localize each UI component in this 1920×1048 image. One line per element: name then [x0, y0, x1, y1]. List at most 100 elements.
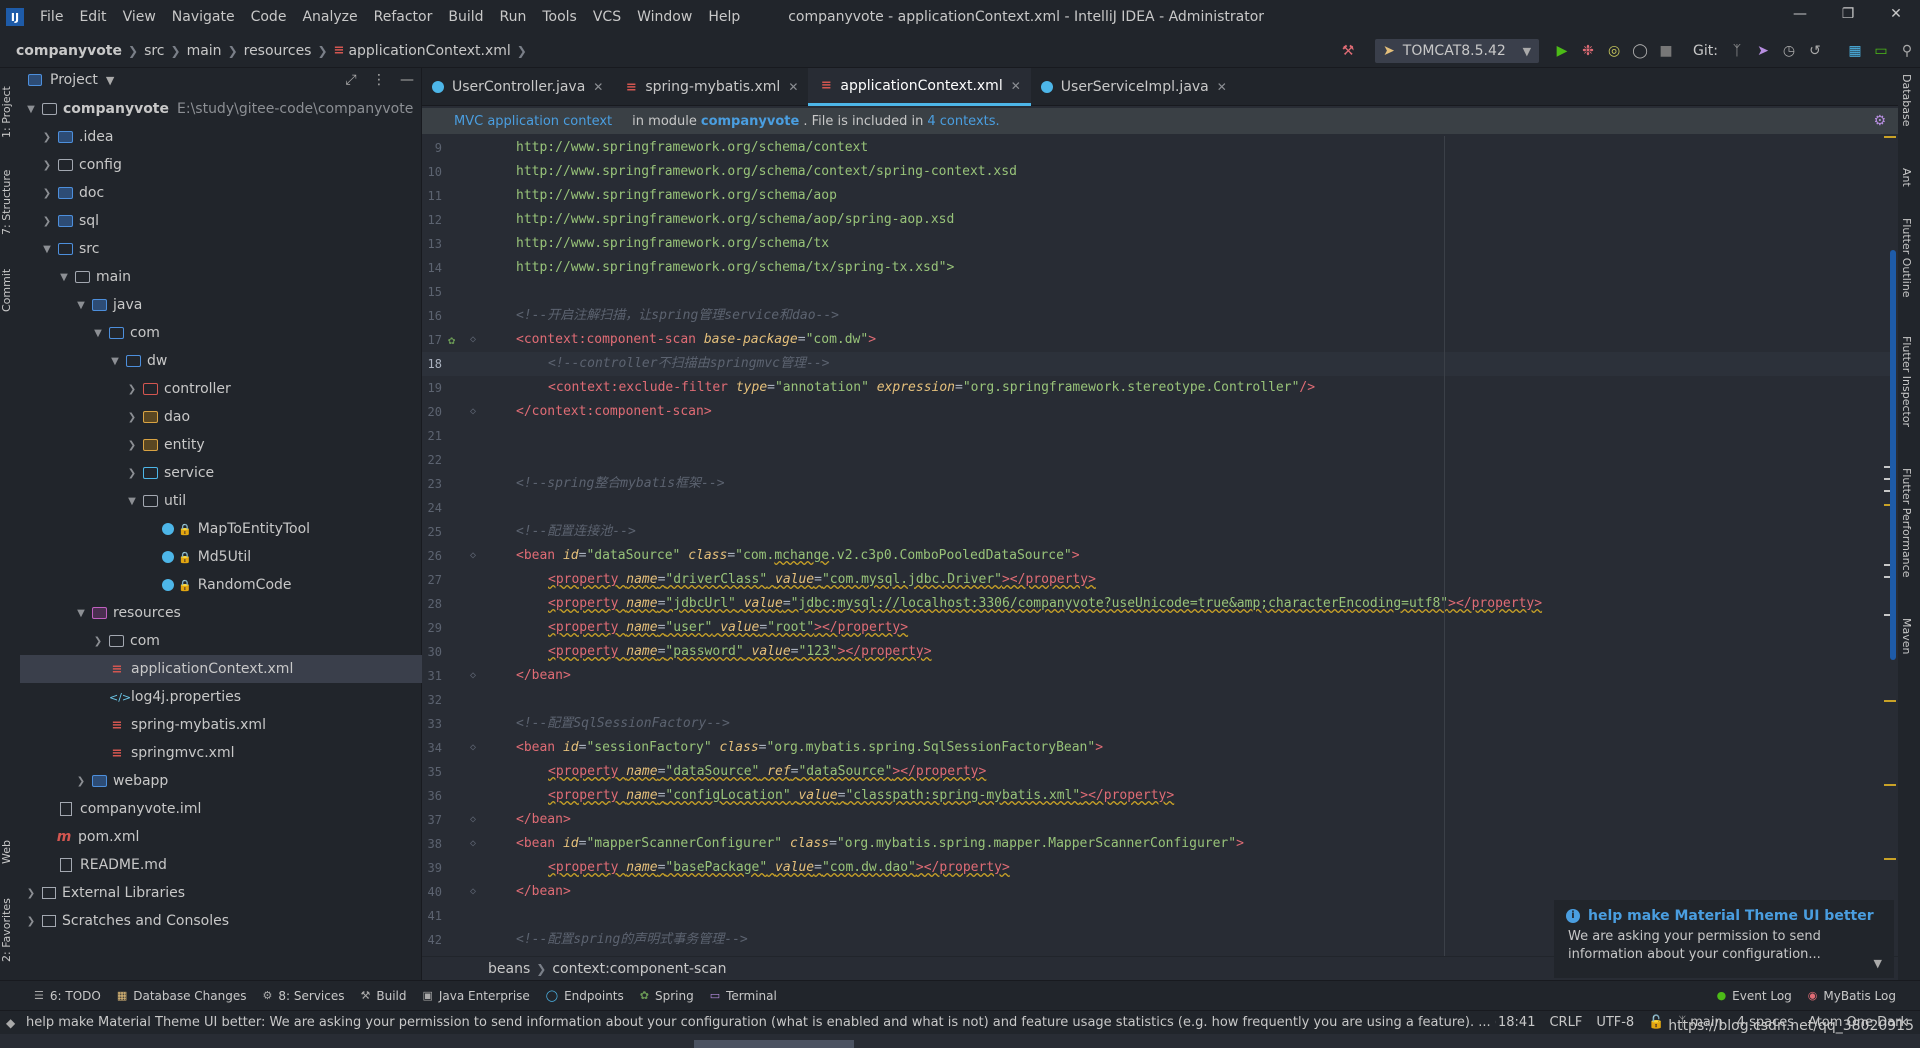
- menu-vcs[interactable]: VCS: [585, 0, 629, 34]
- caret-position[interactable]: 18:41: [1498, 1015, 1535, 1030]
- terminal-icon[interactable]: ▭: [1868, 38, 1894, 64]
- chevron-right-icon[interactable]: ❯: [24, 888, 38, 899]
- fold-icon[interactable]: ◇: [470, 736, 476, 760]
- menu-run[interactable]: Run: [492, 0, 535, 34]
- tree-item[interactable]: ≡ spring-mybatis.xml: [20, 711, 422, 739]
- module-link[interactable]: companyvote: [701, 114, 799, 129]
- tree-item[interactable]: ❯ External Libraries: [20, 879, 422, 907]
- status-info-icon[interactable]: ◆: [6, 1016, 15, 1030]
- tree-item[interactable]: ▼ com: [20, 319, 422, 347]
- menu-edit[interactable]: Edit: [71, 0, 114, 34]
- fold-icon[interactable]: ◇: [470, 880, 476, 904]
- tab-flutter-performance[interactable]: Flutter Performance: [1900, 468, 1913, 577]
- chevron-right-icon[interactable]: ❯: [24, 916, 38, 927]
- tab-ant[interactable]: Ant: [1900, 168, 1913, 187]
- tree-item[interactable]: ❯ .idea: [20, 123, 422, 151]
- menu-navigate[interactable]: Navigate: [164, 0, 243, 34]
- chevron-right-icon[interactable]: ❯: [74, 776, 88, 787]
- menu-tools[interactable]: Tools: [534, 0, 585, 34]
- tree-root[interactable]: ▼ companyvote E:\study\gitee-code\compan…: [20, 95, 422, 123]
- chevron-down-icon[interactable]: ▼: [24, 104, 38, 115]
- tree-item[interactable]: ▼ dw: [20, 347, 422, 375]
- tab-web[interactable]: Web: [0, 830, 20, 874]
- hide-icon[interactable]: —: [393, 72, 421, 88]
- chevron-right-icon[interactable]: ❯: [91, 636, 105, 647]
- chevron-down-icon[interactable]: ▼: [108, 356, 122, 367]
- tree-item[interactable]: ▼ src: [20, 235, 422, 263]
- crumb-main[interactable]: main: [187, 43, 222, 59]
- spring-bean-gutter-icon[interactable]: ✿: [448, 328, 455, 352]
- chevron-down-icon[interactable]: ▼: [106, 74, 114, 87]
- close-icon[interactable]: ✕: [1217, 80, 1227, 94]
- tab-spring-mybatis[interactable]: ≡ spring-mybatis.xml ✕: [613, 68, 808, 106]
- run-icon[interactable]: ▶: [1549, 38, 1575, 64]
- crumb-beans[interactable]: beans: [488, 961, 530, 977]
- chevron-right-icon[interactable]: ❯: [40, 188, 54, 199]
- tab-project[interactable]: 1: Project: [0, 74, 20, 150]
- fold-icon[interactable]: ◇: [470, 544, 476, 568]
- menu-code[interactable]: Code: [243, 0, 295, 34]
- code-editor[interactable]: 9 http://www.springframework.org/schema/c…: [422, 136, 1898, 956]
- line-separator[interactable]: CRLF: [1549, 1015, 1582, 1030]
- fold-icon[interactable]: ◇: [470, 832, 476, 856]
- chevron-down-icon[interactable]: ▼: [1874, 957, 1882, 970]
- notification-balloon[interactable]: i help make Material Theme UI better We …: [1554, 900, 1894, 978]
- coverage-icon[interactable]: ◎: [1601, 38, 1627, 64]
- search-icon[interactable]: ⚲: [1894, 38, 1920, 64]
- fold-icon[interactable]: ◇: [470, 400, 476, 424]
- tab-structure[interactable]: 7: Structure: [0, 160, 20, 244]
- toolwin-todo[interactable]: ☰ 6: TODO: [34, 989, 101, 1003]
- context-selector-link[interactable]: MVC application context: [454, 114, 612, 129]
- git-history-icon[interactable]: ◷: [1776, 38, 1802, 64]
- close-icon[interactable]: ✕: [1011, 79, 1021, 93]
- tree-item[interactable]: ❯ sql: [20, 207, 422, 235]
- crumb-resources[interactable]: resources: [244, 43, 312, 59]
- tree-item[interactable]: ❯ doc: [20, 179, 422, 207]
- stop-icon[interactable]: ■: [1653, 38, 1679, 64]
- tree-item[interactable]: 🔒 MapToEntityTool: [20, 515, 422, 543]
- project-view-select[interactable]: Project: [50, 72, 98, 88]
- fold-icon[interactable]: ◇: [470, 664, 476, 688]
- tree-item[interactable]: ≡ springmvc.xml: [20, 739, 422, 767]
- git-update-icon[interactable]: ᛉ: [1724, 38, 1750, 64]
- tree-item[interactable]: ❯ controller: [20, 375, 422, 403]
- tab-favorites[interactable]: 2: Favorites: [0, 888, 20, 972]
- toolwin-event-log[interactable]: ● Event Log: [1717, 989, 1792, 1003]
- run-configuration-select[interactable]: ➤ TOMCAT8.5.42 ▼: [1375, 39, 1540, 63]
- minimize-icon[interactable]: —: [1776, 0, 1824, 28]
- tree-item[interactable]: </> log4j.properties: [20, 683, 422, 711]
- tab-application-context[interactable]: ≡ applicationContext.xml ✕: [808, 68, 1031, 106]
- menu-help[interactable]: Help: [700, 0, 748, 34]
- collapse-all-icon[interactable]: ⤢: [337, 72, 365, 88]
- chevron-down-icon[interactable]: ▼: [57, 272, 71, 283]
- chevron-down-icon[interactable]: ▼: [74, 608, 88, 619]
- lock-icon[interactable]: 🔓: [1648, 1015, 1664, 1030]
- chevron-down-icon[interactable]: ▼: [125, 496, 139, 507]
- horizontal-scrollbar[interactable]: [694, 1040, 854, 1048]
- menu-refactor[interactable]: Refactor: [366, 0, 441, 34]
- chevron-right-icon[interactable]: ❯: [125, 412, 139, 423]
- chevron-right-icon[interactable]: ❯: [40, 216, 54, 227]
- menu-window[interactable]: Window: [629, 0, 700, 34]
- notification-title[interactable]: help make Material Theme UI better: [1588, 908, 1874, 924]
- tree-item-selected[interactable]: ≡ applicationContext.xml: [20, 655, 422, 683]
- tab-user-service-impl[interactable]: UserServiceImpl.java ✕: [1031, 68, 1237, 106]
- tree-item[interactable]: ❯ config: [20, 151, 422, 179]
- close-icon[interactable]: ✕: [593, 80, 603, 94]
- tree-item[interactable]: ▼ resources: [20, 599, 422, 627]
- status-message[interactable]: help make Material Theme UI better: We a…: [26, 1015, 1496, 1030]
- fold-icon[interactable]: ◇: [470, 808, 476, 832]
- crumb-file[interactable]: applicationContext.xml: [348, 43, 510, 59]
- toolwin-build[interactable]: ⚒ Build: [360, 989, 406, 1003]
- tree-item[interactable]: m pom.xml: [20, 823, 422, 851]
- toolwin-spring[interactable]: ✿ Spring: [640, 989, 694, 1003]
- tab-maven[interactable]: Maven: [1900, 618, 1913, 654]
- chevron-right-icon[interactable]: ❯: [125, 384, 139, 395]
- toolwin-endpoints[interactable]: ◯ Endpoints: [546, 989, 624, 1003]
- tree-item[interactable]: companyvote.iml: [20, 795, 422, 823]
- git-push-icon[interactable]: ➤: [1750, 38, 1776, 64]
- tab-user-controller[interactable]: UserController.java ✕: [422, 68, 613, 106]
- fold-icon[interactable]: ◇: [470, 328, 476, 352]
- vertical-scrollbar[interactable]: [1890, 250, 1896, 660]
- tree-item[interactable]: ▼ java: [20, 291, 422, 319]
